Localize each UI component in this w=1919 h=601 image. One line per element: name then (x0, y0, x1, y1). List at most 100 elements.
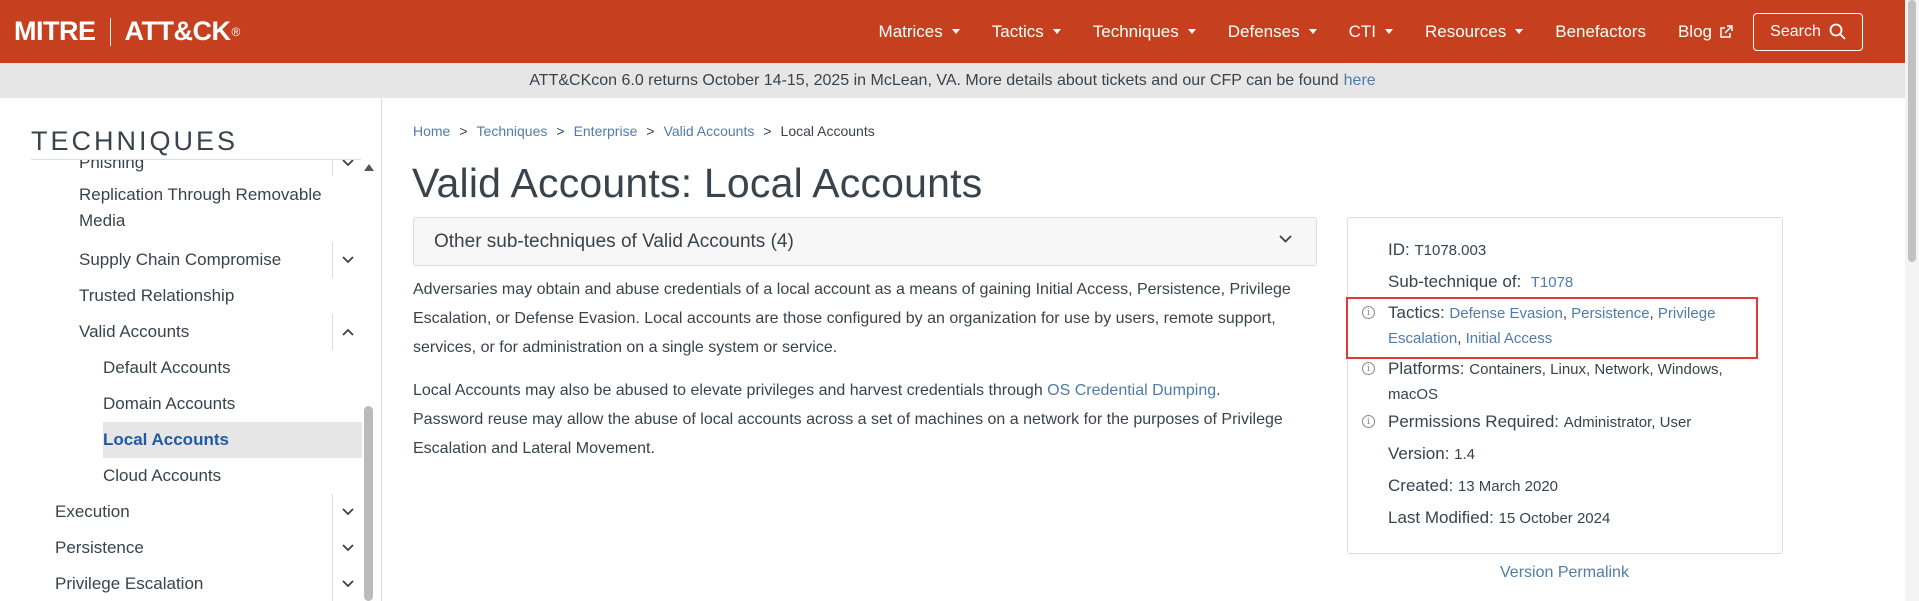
t1078-link[interactable]: T1078 (1531, 274, 1574, 291)
version-permalink[interactable]: Version Permalink (1500, 564, 1629, 582)
subtechniques-dropdown[interactable]: Other sub-techniques of Valid Accounts (… (413, 217, 1317, 266)
nav-benefactors[interactable]: Benefactors (1539, 0, 1662, 63)
mitre-attack-logo[interactable]: MITRE ATT&CK ® (14, 16, 240, 47)
sidebar-item-label: Phishing (79, 160, 145, 172)
chevron-down-icon[interactable] (332, 242, 362, 278)
top-navbar: MITRE ATT&CK ® Matrices Tactics Technique… (0, 0, 1905, 63)
techniques-sidebar: TECHNIQUES Phishing Replication Through … (0, 98, 382, 601)
sidebar-item-replication[interactable]: Replication Through Removable Media (0, 182, 362, 234)
sidebar-item-label: Privilege Escalation (55, 574, 204, 593)
caret-down-icon (1187, 29, 1196, 34)
card-modified-value: 15 October 2024 (1498, 510, 1611, 527)
caret-down-icon (951, 29, 960, 34)
info-icon[interactable]: i (1362, 362, 1375, 375)
card-id-label: ID: (1388, 240, 1410, 259)
sidebar-item-execution[interactable]: Execution (0, 494, 362, 530)
page-scroll-thumb[interactable] (1908, 0, 1916, 262)
card-id-value: T1078.003 (1414, 242, 1487, 259)
caret-down-icon (1308, 29, 1317, 34)
sidebar-item-label: Supply Chain Compromise (79, 250, 282, 269)
chevron-down-icon[interactable] (332, 160, 362, 176)
nav-cti[interactable]: CTI (1333, 0, 1409, 63)
breadcrumb-techniques[interactable]: Techniques (477, 123, 548, 139)
sidebar-item-local-accounts[interactable]: Local Accounts (103, 422, 362, 458)
nav-defenses[interactable]: Defenses (1212, 0, 1333, 63)
caret-down-icon (1052, 29, 1061, 34)
sidebar-item-label: Valid Accounts (79, 322, 190, 341)
scroll-up-arrow-icon[interactable] (364, 164, 374, 171)
sidebar-scroll-thumb[interactable] (364, 406, 373, 601)
search-button[interactable]: Search (1753, 12, 1863, 51)
chevron-up-icon[interactable] (332, 314, 362, 350)
page-scrollbar[interactable] (1905, 0, 1919, 601)
breadcrumb-enterprise[interactable]: Enterprise (574, 123, 638, 139)
card-permissions-row: Permissions Required: Administrator, Use… (1388, 410, 1691, 435)
nav-blog[interactable]: Blog (1662, 0, 1749, 63)
nav-matrices[interactable]: Matrices (863, 0, 976, 63)
nav-matrices-label: Matrices (878, 21, 943, 41)
caret-down-icon (1515, 29, 1524, 34)
card-created-value: 13 March 2020 (1457, 478, 1559, 495)
main-nav: Matrices Tactics Techniques Defenses CTI… (863, 0, 1863, 63)
external-link-icon (1720, 24, 1733, 38)
nav-blog-label: Blog (1677, 21, 1712, 41)
nav-benefactors-label: Benefactors (1555, 21, 1646, 41)
sidebar-item-privilege-escalation[interactable]: Privilege Escalation (0, 566, 362, 601)
nav-cti-label: CTI (1348, 21, 1376, 41)
sidebar-item-label: Domain Accounts (103, 394, 236, 413)
description-paragraph-1: Adversaries may obtain and abuse credent… (413, 281, 1291, 356)
sidebar-item-valid-accounts[interactable]: Valid Accounts (0, 314, 362, 350)
sidebar-item-label: Local Accounts (103, 430, 229, 449)
tactics-highlight-box (1346, 297, 1758, 359)
logo-attack: ATT&CK (124, 16, 231, 46)
sidebar-item-label: Replication Through Removable Media (79, 185, 322, 230)
sidebar-item-domain-accounts[interactable]: Domain Accounts (0, 386, 362, 422)
sidebar-item-phishing[interactable]: Phishing (0, 160, 362, 176)
card-subtech-label: Sub-technique of: (1388, 272, 1522, 291)
card-id-row: ID: T1078.003 (1388, 238, 1486, 263)
logo-registered: ® (231, 24, 240, 39)
nav-resources-label: Resources (1424, 21, 1507, 41)
card-created-row: Created: 13 March 2020 (1388, 474, 1558, 499)
subtechniques-label: Other sub-techniques of Valid Accounts (… (434, 230, 794, 252)
card-permissions-value: Administrator, User (1563, 414, 1692, 431)
breadcrumb-home[interactable]: Home (413, 123, 450, 139)
chevron-down-icon[interactable] (332, 494, 362, 530)
card-modified-label: Last Modified: (1388, 508, 1494, 527)
search-button-label: Search (1770, 22, 1821, 40)
chevron-down-icon[interactable] (332, 530, 362, 566)
info-icon[interactable]: i (1362, 415, 1375, 428)
banner-link[interactable]: here (1344, 72, 1376, 90)
card-version-value: 1.4 (1454, 446, 1476, 463)
card-permissions-label: Permissions Required: (1388, 412, 1560, 431)
breadcrumb-separator: > (763, 123, 772, 139)
nav-resources[interactable]: Resources (1409, 0, 1539, 63)
sidebar-item-cloud-accounts[interactable]: Cloud Accounts (0, 458, 362, 494)
card-version-row: Version: 1.4 (1388, 442, 1475, 467)
banner-text: ATT&CKcon 6.0 returns October 14-15, 202… (529, 71, 1339, 89)
card-created-label: Created: (1388, 476, 1454, 495)
sidebar-item-persistence[interactable]: Persistence (0, 530, 362, 566)
logo-mitre: MITRE (14, 16, 96, 46)
breadcrumb-separator: > (556, 123, 565, 139)
sidebar-title: TECHNIQUES (31, 126, 239, 156)
os-credential-dumping-link[interactable]: OS Credential Dumping (1047, 382, 1216, 399)
sidebar-item-default-accounts[interactable]: Default Accounts (0, 350, 362, 386)
sidebar-list[interactable]: Phishing Replication Through Removable M… (0, 160, 365, 601)
sidebar-item-supply-chain[interactable]: Supply Chain Compromise (0, 242, 362, 278)
logo-divider (109, 17, 111, 46)
nav-tactics[interactable]: Tactics (976, 0, 1077, 63)
nav-defenses-label: Defenses (1227, 21, 1300, 41)
card-platforms-value: Containers, Linux, Network, Windows, (1469, 361, 1723, 378)
chevron-down-icon[interactable] (332, 566, 362, 601)
breadcrumb-separator: > (459, 123, 468, 139)
sidebar-item-label: Execution (55, 502, 130, 521)
announcement-banner: ATT&CKcon 6.0 returns October 14-15, 202… (0, 63, 1905, 98)
nav-techniques[interactable]: Techniques (1077, 0, 1212, 63)
card-subtechnique-row: Sub-technique of: T1078 (1388, 270, 1573, 295)
chevron-down-icon (1279, 235, 1292, 243)
sidebar-item-trusted[interactable]: Trusted Relationship (0, 278, 362, 314)
caret-down-icon (1384, 29, 1393, 34)
sidebar-scrollbar[interactable] (364, 160, 374, 601)
breadcrumb-valid-accounts[interactable]: Valid Accounts (664, 123, 755, 139)
